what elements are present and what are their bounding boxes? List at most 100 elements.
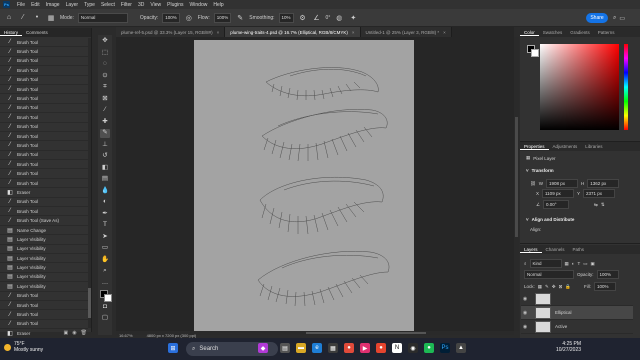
eyedropper-tool-icon[interactable]: ⁄ xyxy=(100,106,110,115)
visibility-eye-icon[interactable]: ◉ xyxy=(521,324,529,330)
new-document-icon[interactable]: ▣ xyxy=(64,330,69,336)
width-field[interactable]: 1908 px xyxy=(545,179,578,188)
history-item[interactable]: ⁄ Brush Tool xyxy=(0,38,88,48)
history-item[interactable]: ⁄ Brush Tool xyxy=(0,169,88,179)
menu-window[interactable]: Window xyxy=(187,2,211,8)
type-tool-icon[interactable]: T xyxy=(100,221,110,230)
menu-edit[interactable]: Edit xyxy=(28,2,43,8)
app-icon-widget[interactable]: ◆ xyxy=(258,343,268,353)
lasso-tool-icon[interactable]: ◌ xyxy=(100,60,110,69)
history-item[interactable]: ⁄ Brush Tool xyxy=(0,160,88,170)
history-item[interactable]: ⁄ Brush Tool xyxy=(0,320,88,330)
lock-all-icon[interactable]: 🔒 xyxy=(565,284,571,290)
weather-widget[interactable]: 75°F Mostly sunny xyxy=(4,341,43,353)
firefox-icon[interactable]: ● xyxy=(376,343,386,353)
history-item[interactable]: ⁄ Brush Tool xyxy=(0,76,88,85)
history-item[interactable]: ▤ Layer Visibility xyxy=(0,235,88,245)
history-item[interactable]: ⁄ Brush Tool xyxy=(0,141,88,151)
history-brush-tool-icon[interactable]: ↺ xyxy=(100,152,110,161)
y-field[interactable]: 2371 px xyxy=(583,189,616,198)
discord-icon[interactable]: ◉ xyxy=(408,343,418,353)
flip-horizontal-icon[interactable]: ⇆ xyxy=(594,202,598,208)
angle-value[interactable]: 0° xyxy=(326,15,331,21)
history-item[interactable]: ⁄ Brush Tool xyxy=(0,85,88,95)
menu-layer[interactable]: Layer xyxy=(63,2,82,8)
tab-color[interactable]: Color xyxy=(520,30,539,36)
filter-pixel-icon[interactable]: ▦ xyxy=(565,261,569,267)
clone-stamp-tool-icon[interactable]: ⊥ xyxy=(100,141,110,150)
close-icon[interactable]: × xyxy=(443,30,446,35)
menu-3d[interactable]: 3D xyxy=(135,2,147,8)
color-panel-swatches[interactable] xyxy=(527,45,539,57)
canvas-vertical-scrollbar[interactable] xyxy=(514,37,519,331)
tab-paths[interactable]: Paths xyxy=(569,247,589,252)
transform-header[interactable]: ˅ Transform xyxy=(526,168,554,173)
tab-document-3[interactable]: Untitled-1 @ 25% (Layer 3, RGB/8) * × xyxy=(360,27,452,37)
flip-vertical-icon[interactable]: ⇅ xyxy=(601,202,605,208)
more-tools-icon[interactable]: … xyxy=(100,279,110,288)
history-item[interactable]: ⁄ Brush Tool xyxy=(0,123,88,132)
color-picker-field[interactable] xyxy=(540,44,619,130)
hue-slider[interactable] xyxy=(624,44,628,130)
filter-adjust-icon[interactable]: ◐ xyxy=(572,261,575,266)
history-item[interactable]: ⁄ Brush Tool xyxy=(0,132,88,142)
visibility-eye-icon[interactable]: ◉ xyxy=(521,310,529,316)
brush-settings-icon[interactable]: ▦ xyxy=(46,13,56,23)
chrome-icon[interactable]: ● xyxy=(344,343,354,353)
brush-tool-icon[interactable]: ✎ xyxy=(100,129,110,138)
brush-preset-icon[interactable]: ⁄ xyxy=(18,13,28,23)
home-icon[interactable]: ⌂ xyxy=(4,13,14,23)
eraser-tool-icon[interactable]: ◧ xyxy=(100,164,110,173)
history-item[interactable]: ⁄ Brush Tool xyxy=(0,104,88,114)
fill-field[interactable]: 100% xyxy=(593,282,616,291)
frame-tool-icon[interactable]: ⊠ xyxy=(100,95,110,104)
media-app-icon[interactable]: ▶ xyxy=(360,343,370,353)
tab-history[interactable]: History xyxy=(0,30,23,36)
menu-filter[interactable]: Filter xyxy=(118,2,135,8)
history-scroll-thumb[interactable] xyxy=(88,288,91,318)
tab-adjustments[interactable]: Adjustments xyxy=(549,144,582,149)
menu-type[interactable]: Type xyxy=(81,2,98,8)
history-item[interactable]: ⁄ Brush Tool xyxy=(0,113,88,123)
height-field[interactable]: 1362 px xyxy=(587,179,620,188)
layer-name[interactable]: Active xyxy=(555,324,567,329)
layer-kind-filter[interactable]: Kind xyxy=(529,259,562,268)
filter-shape-icon[interactable]: ▭ xyxy=(583,261,587,267)
angle-field[interactable]: 0.00° xyxy=(543,200,570,209)
edge-icon[interactable]: e xyxy=(312,343,322,353)
quick-select-tool-icon[interactable]: ⊙ xyxy=(100,72,110,81)
history-item[interactable]: ⁄ Brush Tool xyxy=(0,94,88,104)
history-item[interactable]: ⁄ Brush Tool xyxy=(0,151,88,161)
history-item[interactable]: ⁄ Brush Tool xyxy=(0,292,88,301)
filter-smart-icon[interactable]: ▣ xyxy=(591,261,595,267)
pen-tool-icon[interactable]: ✒ xyxy=(100,210,110,219)
history-item[interactable]: ⁄ Brush Tool xyxy=(0,66,88,76)
history-item[interactable]: ⁄ Brush Tool xyxy=(0,47,88,57)
brush-size-icon[interactable]: • xyxy=(32,13,42,23)
document-canvas[interactable] xyxy=(194,40,414,332)
search-icon[interactable]: ⌕ xyxy=(613,15,616,22)
workspace-icon[interactable]: ▭ xyxy=(619,15,625,22)
history-item[interactable]: ⁄ Brush Tool xyxy=(0,198,88,208)
lock-artboard-icon[interactable]: ⊠ xyxy=(559,284,563,290)
healing-tool-icon[interactable]: ✚ xyxy=(100,118,110,127)
dodge-tool-icon[interactable]: ◐ xyxy=(100,198,110,207)
notion-icon[interactable]: N xyxy=(392,343,402,353)
mode-select[interactable]: Normal xyxy=(77,12,128,23)
history-item[interactable]: ⁄ Brush Tool xyxy=(0,310,88,320)
history-item[interactable]: ▤ Layer Visibility xyxy=(0,273,88,283)
filter-type-icon[interactable]: T xyxy=(578,261,581,266)
path-select-tool-icon[interactable]: ➤ xyxy=(100,233,110,242)
opacity-field[interactable]: 100% xyxy=(162,12,180,23)
history-item[interactable]: ▤ Layer Visibility xyxy=(0,282,88,292)
history-item[interactable]: ▤ Layer Visibility xyxy=(0,263,88,273)
flow-field[interactable]: 100% xyxy=(213,12,232,23)
quick-mask-icon[interactable]: ◘ xyxy=(100,303,110,312)
close-icon[interactable]: × xyxy=(352,30,355,35)
tab-swatches[interactable]: Swatches xyxy=(539,30,567,35)
history-scrollbar[interactable] xyxy=(88,38,91,328)
app-icon-misc[interactable]: ▲ xyxy=(456,343,466,353)
menu-plugins[interactable]: Plugins xyxy=(164,2,186,8)
tab-document-1[interactable]: plume-ref-5.psd @ 33.3% (Layer 15, RGB/8… xyxy=(116,27,226,37)
history-item[interactable]: ◧ Eraser xyxy=(0,188,88,198)
